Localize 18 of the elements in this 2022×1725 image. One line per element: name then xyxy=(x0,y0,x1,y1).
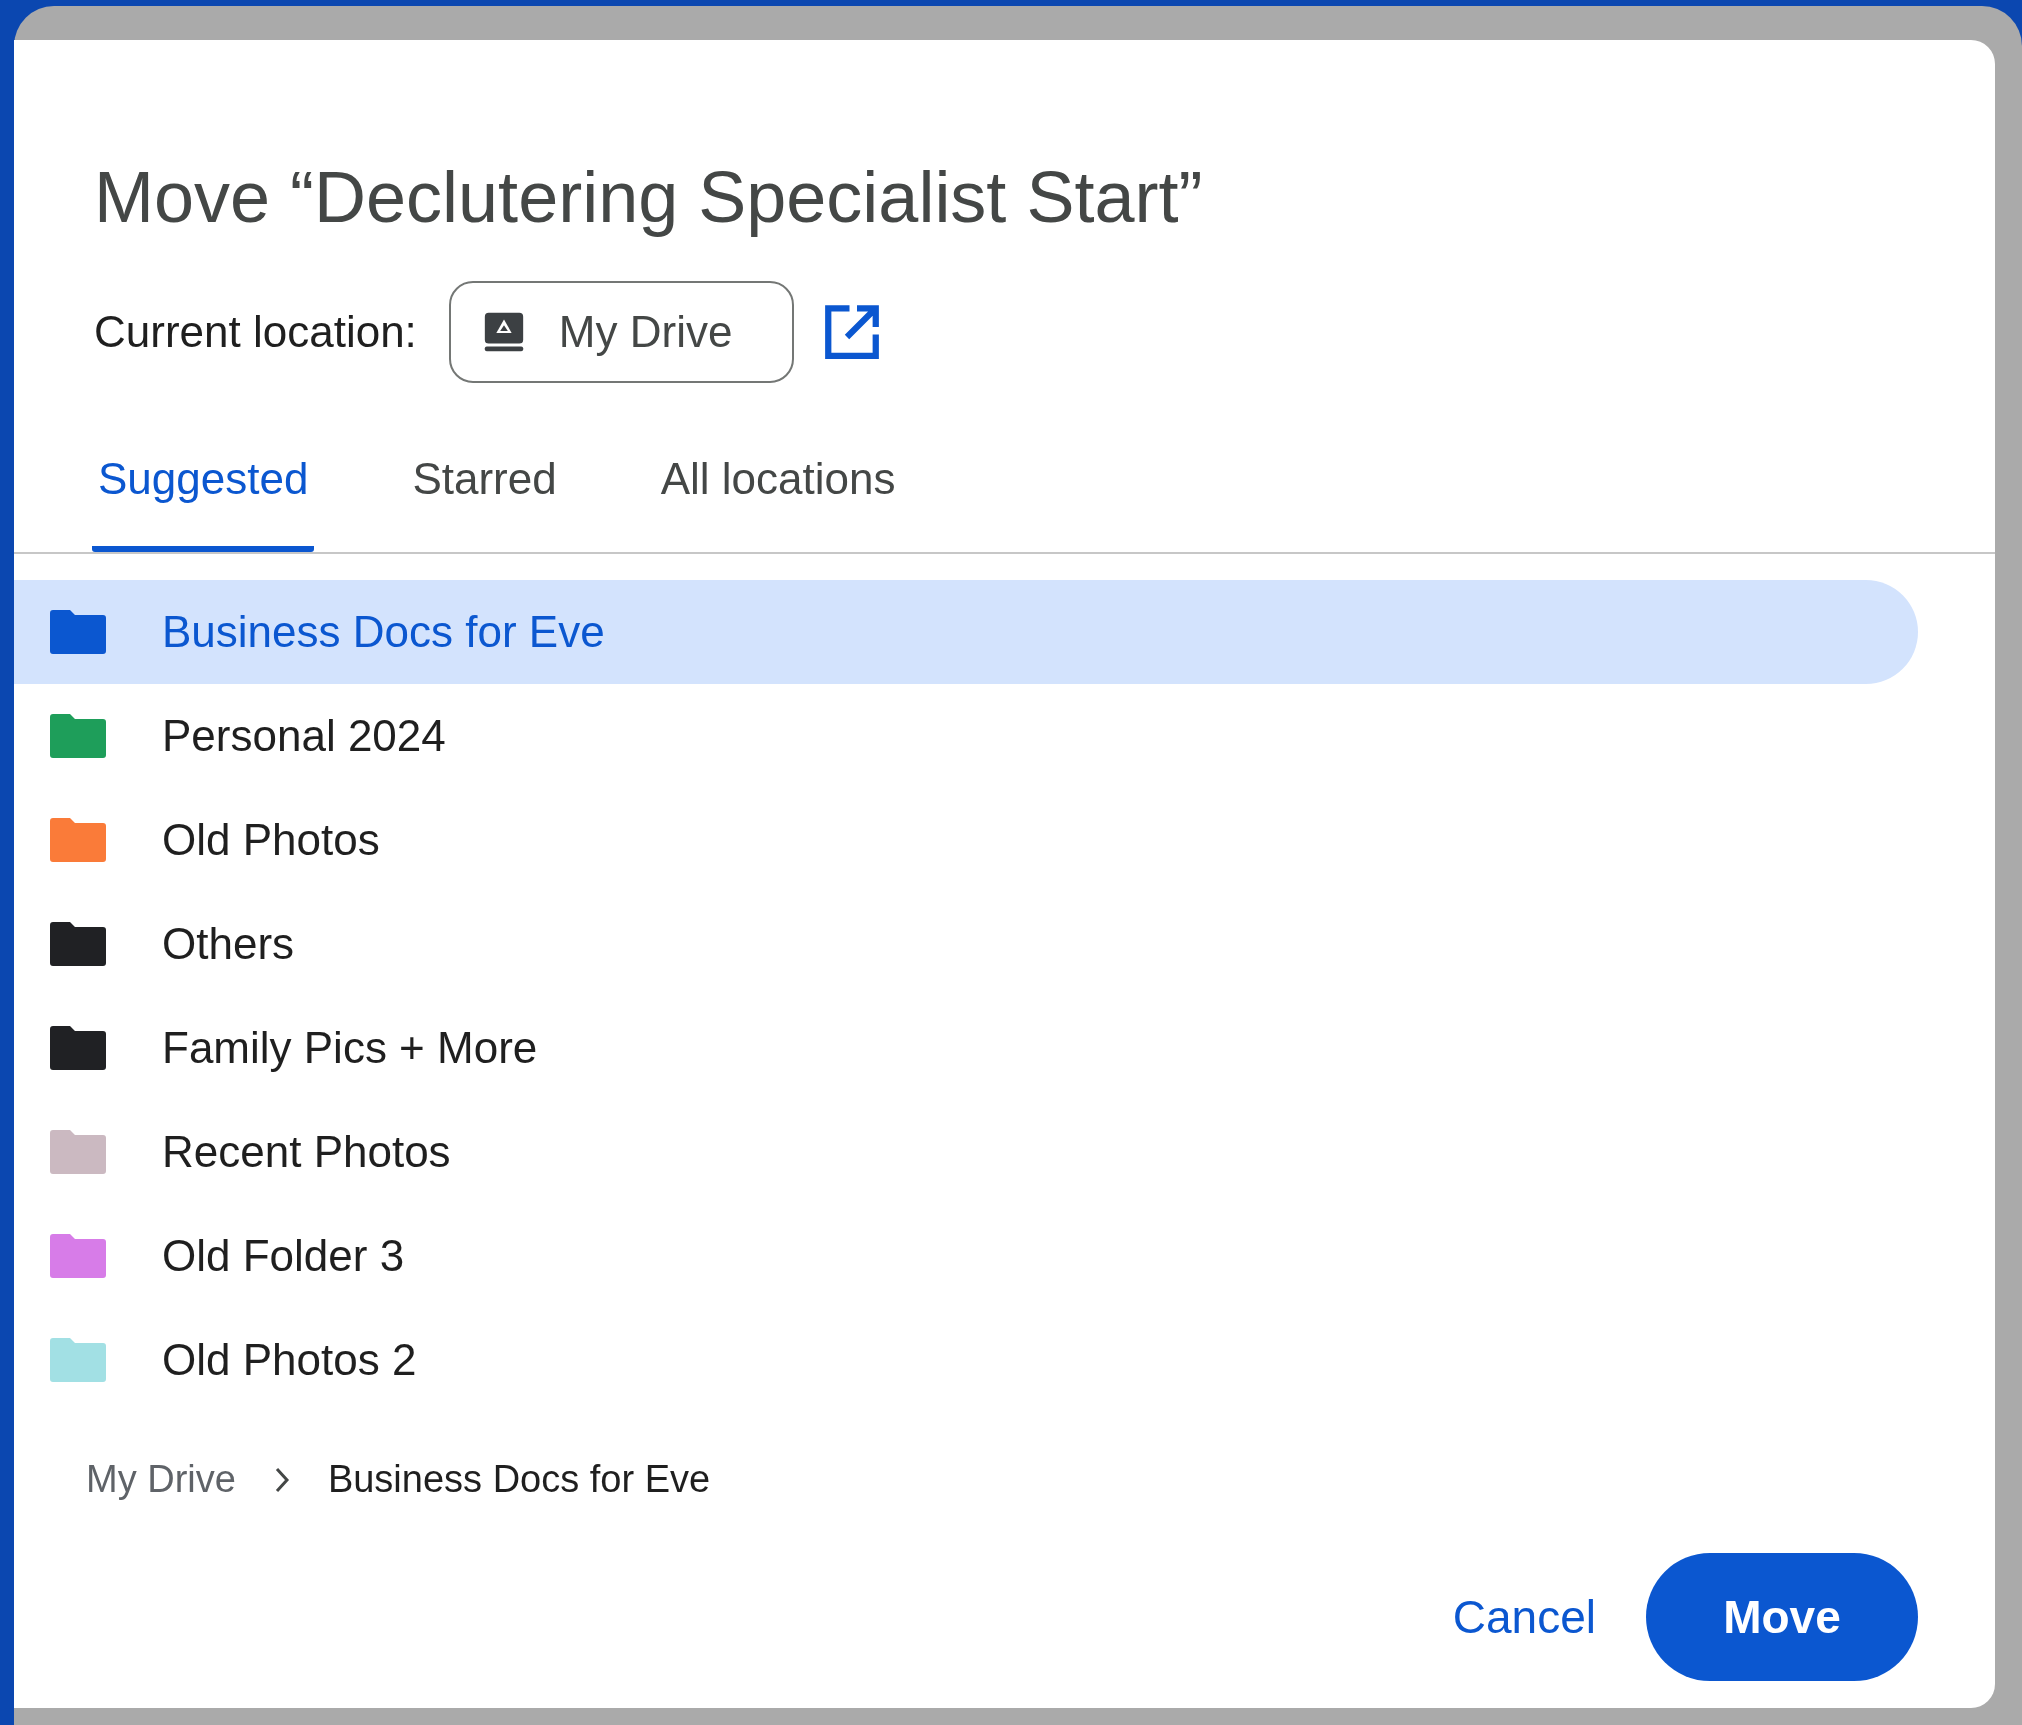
folder-row[interactable]: Others xyxy=(14,892,1918,996)
tab[interactable]: Suggested xyxy=(92,426,315,552)
tab[interactable]: Starred xyxy=(406,426,563,552)
folder-row[interactable]: Personal 2024 xyxy=(14,684,1918,788)
current-location-label: Current location: xyxy=(94,307,417,357)
folder-row[interactable]: Family Pics + More xyxy=(14,996,1918,1100)
cancel-button[interactable]: Cancel xyxy=(1452,1570,1596,1664)
folder-row[interactable]: Recent Photos xyxy=(14,1100,1918,1204)
move-button[interactable]: Move xyxy=(1646,1553,1918,1681)
folder-row[interactable]: Business Docs for Eve xyxy=(14,580,1918,684)
location-chip[interactable]: My Drive xyxy=(448,281,794,383)
folder-row[interactable]: Old Folder 3 xyxy=(14,1204,1918,1308)
folder-row[interactable]: Old Photos xyxy=(14,788,1918,892)
breadcrumb-item[interactable]: Business Docs for Eve xyxy=(327,1458,711,1501)
dialog-title: Move “Declutering Specialist Start” xyxy=(94,156,1204,239)
tab[interactable]: All locations xyxy=(654,426,902,552)
breadcrumb-item[interactable]: My Drive xyxy=(86,1458,236,1501)
folder-row[interactable]: Old Photos 2 xyxy=(14,1308,1918,1412)
